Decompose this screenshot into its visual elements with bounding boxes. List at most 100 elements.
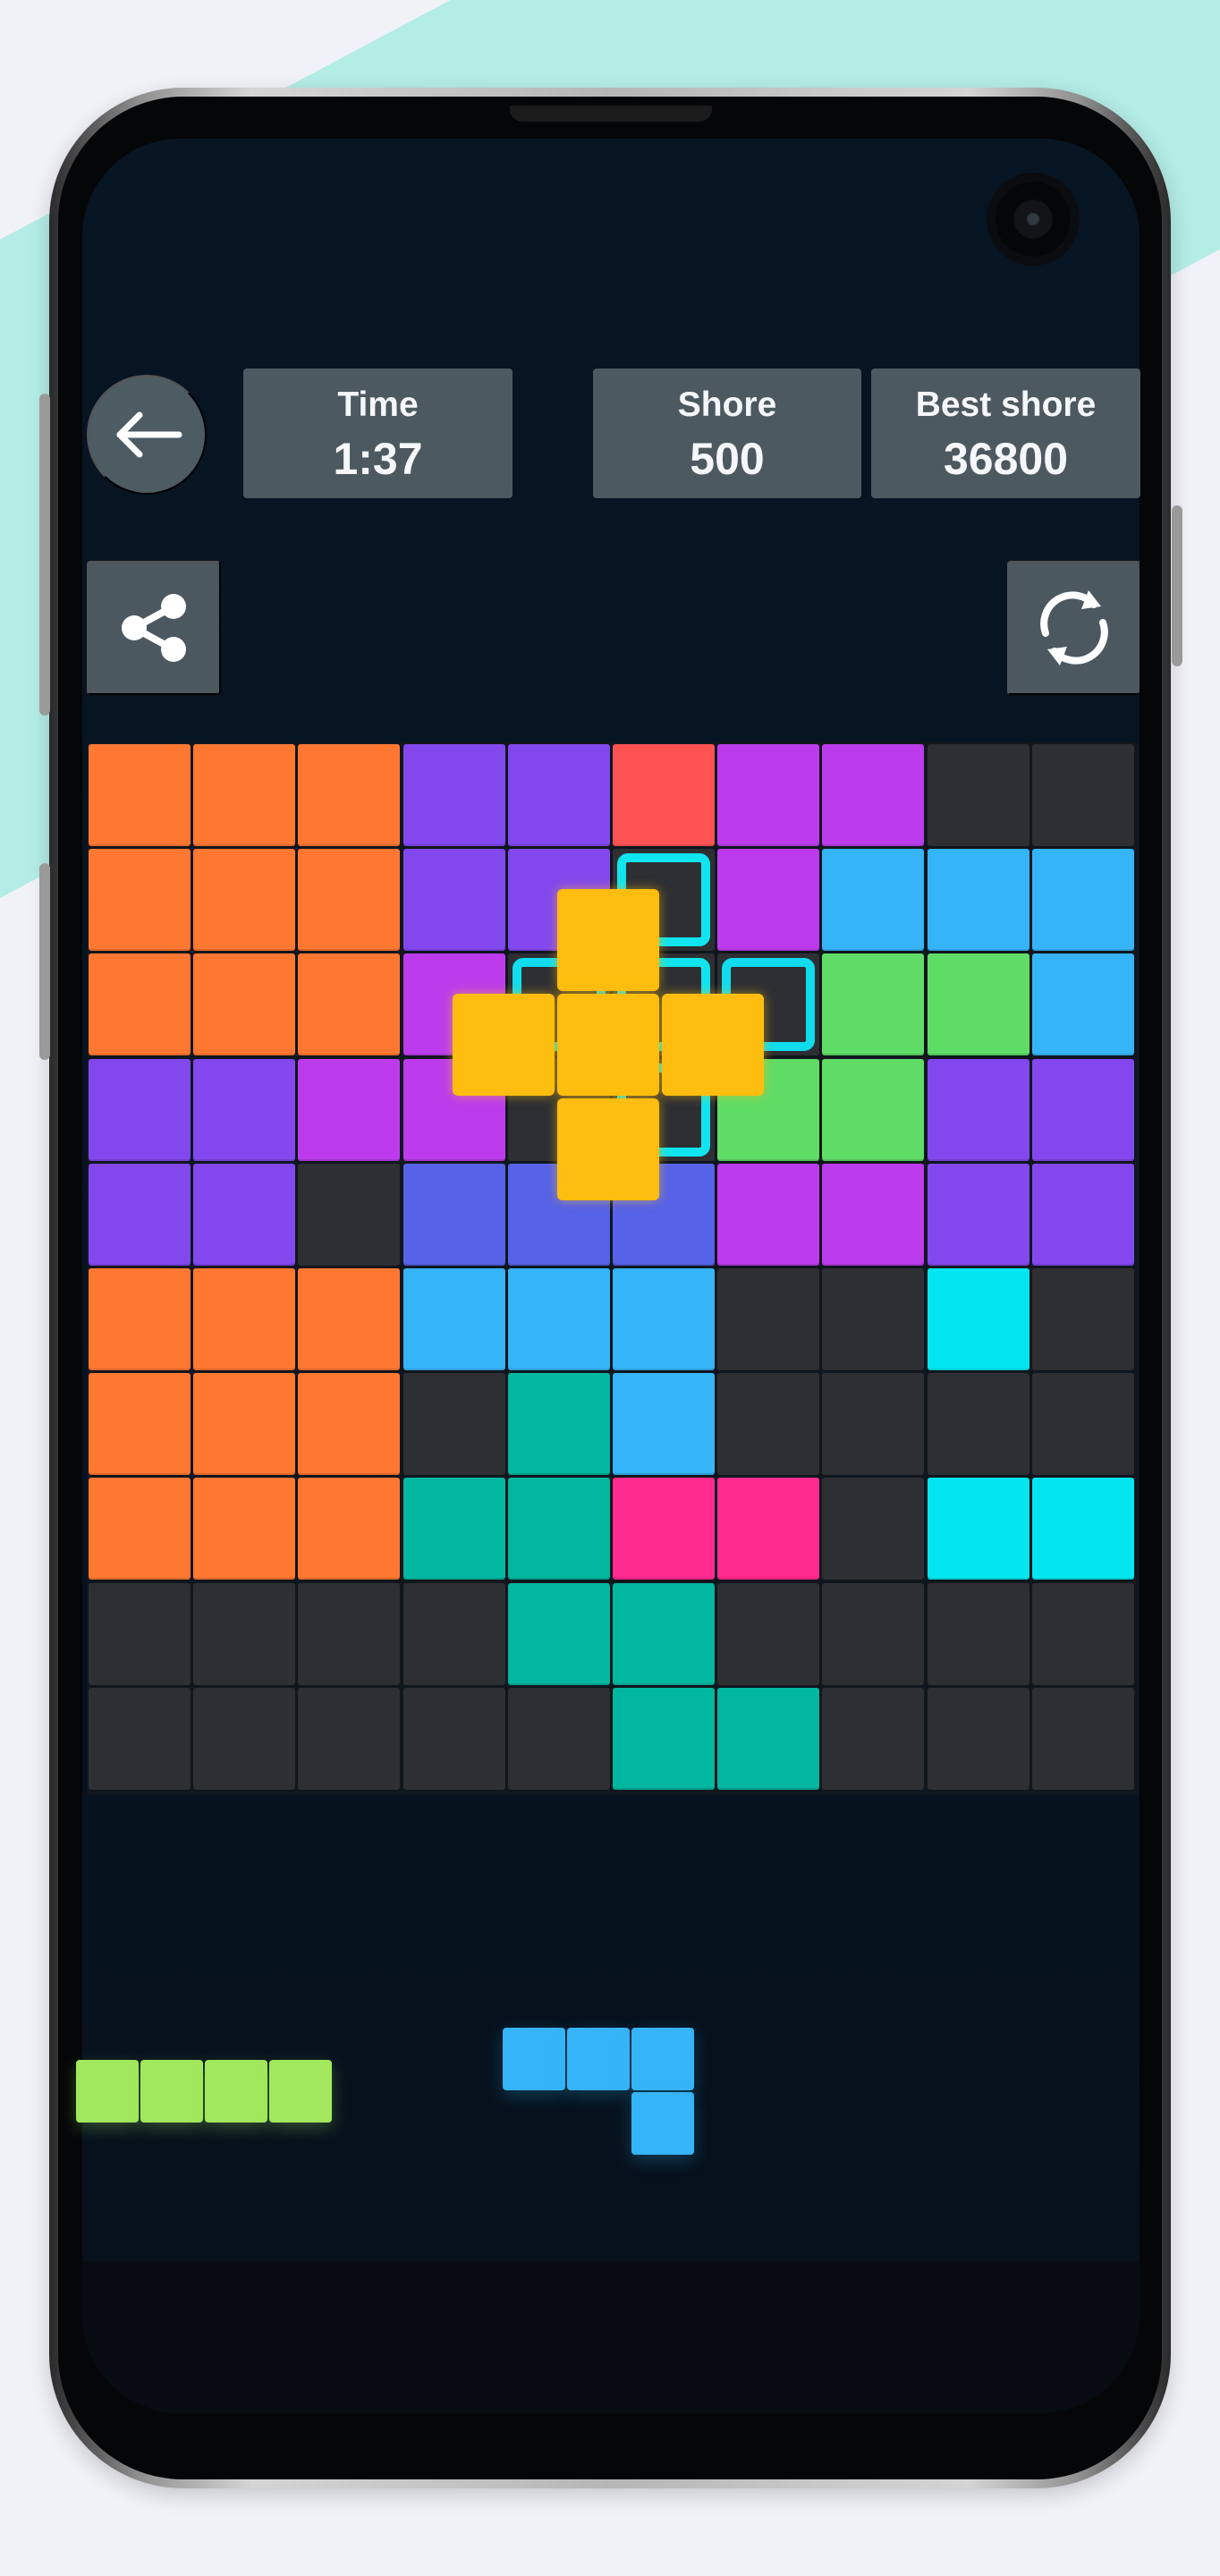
- time-label: Time: [337, 386, 419, 424]
- board-cell: [927, 849, 1029, 952]
- board-cell: [927, 1163, 1029, 1266]
- board-cell: [717, 1268, 820, 1370]
- board-cell: [1031, 1163, 1134, 1266]
- board-cell: [298, 1373, 401, 1476]
- board-cell: [89, 1163, 191, 1266]
- score-panel: Shore 500: [593, 369, 861, 498]
- board-cell: [193, 849, 296, 952]
- board-cell: [193, 1058, 296, 1161]
- board-cell: [927, 1687, 1029, 1790]
- board-cell: [89, 1582, 191, 1685]
- board-cell: [927, 1058, 1029, 1161]
- board-cell: [1031, 953, 1134, 1056]
- board-cell: [298, 1163, 401, 1266]
- drag-piece-square[interactable]: [557, 994, 659, 1096]
- board-cell: [822, 849, 925, 952]
- board-cell: [298, 1478, 401, 1580]
- refresh-icon: [1040, 590, 1108, 665]
- board-cell: [1031, 744, 1134, 846]
- board-cell: [298, 744, 401, 846]
- board-cell: [822, 1478, 925, 1580]
- tray-piece-square: [503, 2028, 565, 2090]
- board-cell: [507, 1478, 610, 1580]
- drag-piece-square[interactable]: [557, 1098, 659, 1200]
- board-cell: [298, 1582, 401, 1685]
- drag-piece-square[interactable]: [662, 994, 764, 1096]
- board-cell: [822, 1058, 925, 1161]
- board-cell: [193, 1373, 296, 1476]
- board-cell: [193, 1582, 296, 1685]
- drag-piece-square[interactable]: [557, 889, 659, 991]
- board-cell: [298, 1058, 401, 1161]
- board-cell: [717, 849, 820, 952]
- board-cell: [717, 1687, 820, 1790]
- board-cell: [402, 1582, 505, 1685]
- board-cell: [402, 1268, 505, 1370]
- board-cell: [193, 1478, 296, 1580]
- board-cell: [822, 1373, 925, 1476]
- board-cell: [613, 1582, 715, 1685]
- board-cell: [89, 744, 191, 846]
- board-cell: [613, 1687, 715, 1790]
- board-cell: [927, 1582, 1029, 1685]
- time-value: 1:37: [333, 434, 423, 484]
- board-cell: [613, 1268, 715, 1370]
- board-cell: [298, 1687, 401, 1790]
- tray-piece-square: [205, 2060, 267, 2123]
- board-cell: [402, 1478, 505, 1580]
- board-cell: [717, 744, 820, 846]
- board-cell: [822, 1687, 925, 1790]
- board-cell: [89, 953, 191, 1056]
- board-cell: [822, 953, 925, 1056]
- board-cell: [822, 1163, 925, 1266]
- board-cell: [717, 1582, 820, 1685]
- board-cell: [927, 1478, 1029, 1580]
- board-cell: [1031, 1687, 1134, 1790]
- back-button[interactable]: [87, 375, 207, 495]
- front-camera: [995, 182, 1071, 257]
- board-cell: [927, 1268, 1029, 1370]
- tray-piece-square: [631, 2092, 694, 2155]
- board-cell: [89, 1478, 191, 1580]
- board-cell: [613, 1373, 715, 1476]
- drag-piece-square[interactable]: [453, 994, 555, 1096]
- best-score-value: 36800: [943, 434, 1069, 484]
- tray-piece-square: [269, 2060, 332, 2123]
- board-cell: [193, 1163, 296, 1266]
- share-button[interactable]: [87, 561, 221, 695]
- tray-piece-lime-line[interactable]: [76, 2060, 344, 2124]
- board-cell: [613, 744, 715, 846]
- share-icon: [122, 594, 186, 662]
- board-cell: [822, 1582, 925, 1685]
- board-cell: [89, 849, 191, 952]
- time-panel: Time 1:37: [243, 369, 513, 498]
- board-cell: [717, 1373, 820, 1476]
- restart-button[interactable]: [1007, 561, 1141, 695]
- bottom-bar: [82, 2261, 1140, 2413]
- board-cell: [298, 849, 401, 952]
- board-cell: [298, 953, 401, 1056]
- board-cell: [89, 1268, 191, 1370]
- board-cell: [717, 1163, 820, 1266]
- board-cell: [193, 744, 296, 846]
- board-cell: [402, 849, 505, 952]
- tray-piece-square: [631, 2028, 694, 2090]
- board-cell: [822, 744, 925, 846]
- board-cell: [507, 744, 610, 846]
- arrow-left-icon: [116, 411, 182, 458]
- power-button: [1172, 505, 1182, 666]
- board-cell: [193, 1268, 296, 1370]
- tray-piece-square: [140, 2060, 203, 2123]
- best-score-panel: Best shore 36800: [871, 369, 1140, 498]
- tray-piece-square: [567, 2028, 630, 2090]
- score-label: Shore: [677, 386, 777, 424]
- board-cell: [298, 1268, 401, 1370]
- board-cell: [1031, 1478, 1134, 1580]
- board-cell: [927, 1373, 1029, 1476]
- board-cell: [613, 1478, 715, 1580]
- board-cell: [402, 1373, 505, 1476]
- tray-piece-blue-l[interactable]: [503, 2028, 699, 2160]
- score-value: 500: [690, 434, 765, 484]
- bixby-button: [39, 863, 50, 1060]
- speaker-notch: [510, 106, 712, 122]
